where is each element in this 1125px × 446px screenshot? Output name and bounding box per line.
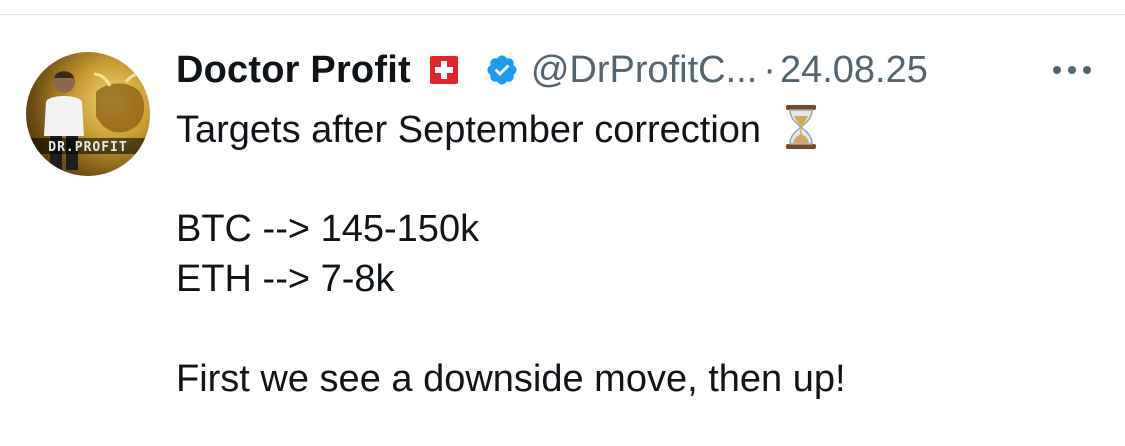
tweet-line-4: First we see a downside move, then up! bbox=[176, 358, 846, 400]
top-divider bbox=[0, 14, 1125, 15]
tweet-line-1: Targets after September correction bbox=[176, 104, 1096, 154]
more-options-icon[interactable] bbox=[1048, 60, 1096, 80]
avatar[interactable]: DR.PROFIT bbox=[26, 52, 150, 176]
avatar-image: DR.PROFIT bbox=[26, 71, 150, 170]
hourglass-icon bbox=[784, 104, 818, 150]
tweet-line-3: ETH --> 7-8k bbox=[176, 258, 395, 300]
separator-dot: · bbox=[763, 48, 776, 91]
tweet-header: Doctor Profit @DrProfitC... · 24.08.25 bbox=[176, 44, 928, 96]
avatar-logo-text: DR.PROFIT bbox=[48, 140, 127, 155]
tweet-line-1-text: Targets after September correction bbox=[176, 109, 762, 151]
user-handle[interactable]: @DrProfitC... bbox=[531, 49, 757, 92]
post-date[interactable]: 24.08.25 bbox=[780, 49, 928, 92]
tweet-text: Targets after September correction BTC -… bbox=[176, 104, 1096, 404]
verified-badge-icon[interactable] bbox=[485, 53, 519, 87]
swiss-flag-icon bbox=[429, 55, 459, 85]
tweet-line-2: BTC --> 145-150k bbox=[176, 208, 480, 250]
display-name[interactable]: Doctor Profit bbox=[176, 49, 411, 92]
